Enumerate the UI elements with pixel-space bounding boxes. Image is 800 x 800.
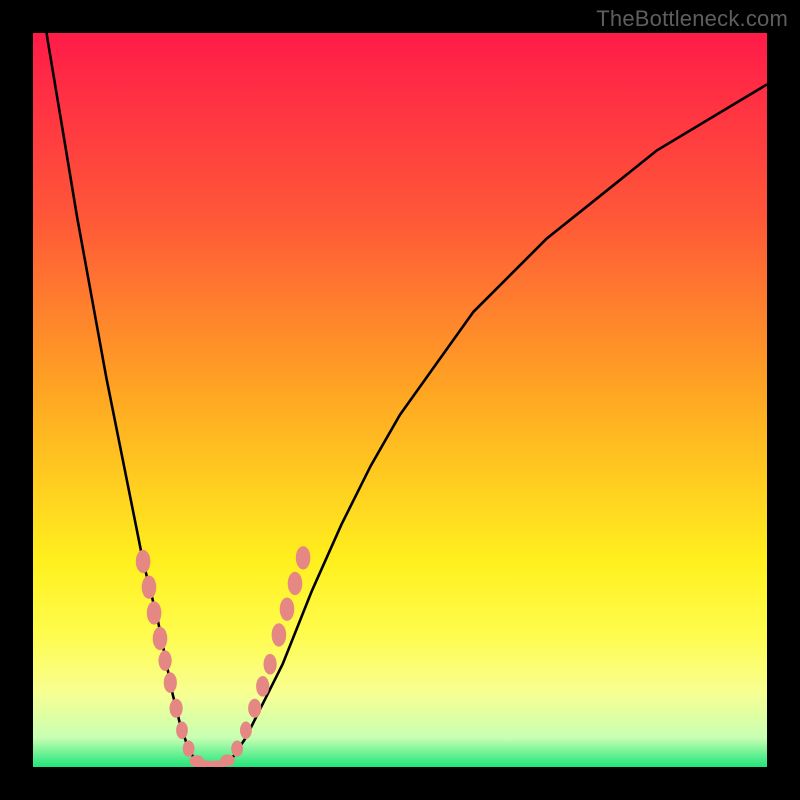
watermark-text: TheBottleneck.com	[596, 6, 788, 32]
data-marker	[183, 741, 195, 757]
data-marker	[159, 650, 172, 671]
data-marker	[288, 572, 303, 595]
data-marker	[164, 672, 177, 693]
data-marker	[176, 722, 188, 740]
data-marker	[220, 755, 235, 767]
data-marker	[296, 546, 311, 569]
data-marker	[231, 741, 243, 757]
chart-frame: TheBottleneck.com	[0, 0, 800, 800]
chart-svg	[33, 33, 767, 767]
bottleneck-curve	[33, 33, 767, 767]
data-marker	[147, 601, 162, 624]
data-marker	[272, 623, 287, 646]
data-marker	[256, 676, 269, 697]
data-marker	[153, 627, 168, 650]
data-marker	[240, 722, 252, 740]
data-marker	[248, 699, 261, 718]
data-marker	[280, 598, 295, 621]
data-marker	[142, 576, 157, 599]
data-marker	[170, 699, 183, 718]
data-marker	[136, 550, 151, 573]
chart-plot-area	[33, 33, 767, 767]
data-marker	[264, 654, 277, 675]
